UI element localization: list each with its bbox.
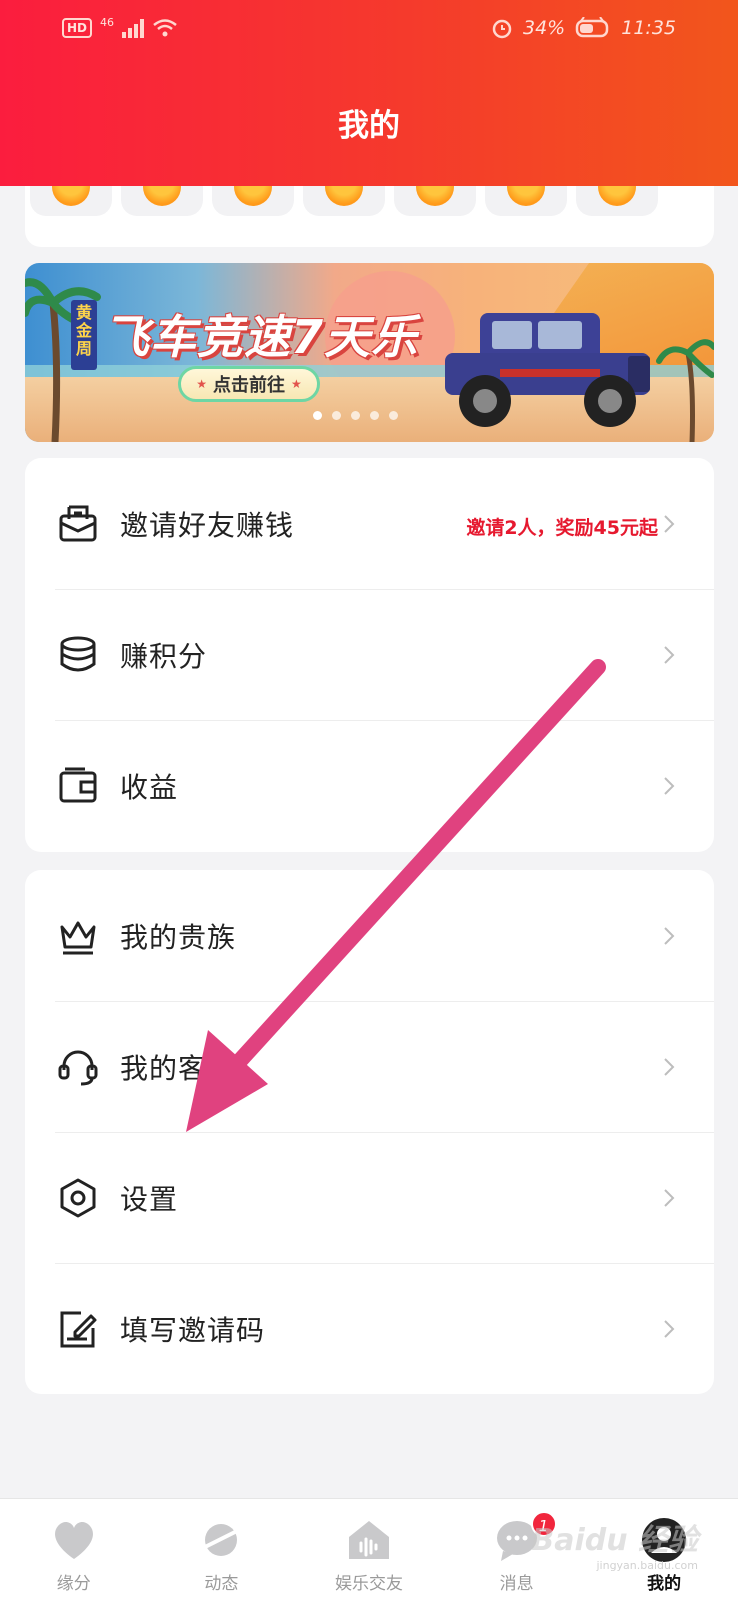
carousel-dot[interactable]: [389, 411, 398, 420]
banner-go-button[interactable]: ★ 点击前往 ★: [178, 366, 320, 402]
menu-item-earn-points[interactable]: 赚积分: [25, 589, 714, 720]
wifi-icon: [153, 19, 177, 37]
planet-icon: [200, 1524, 243, 1556]
envelope-icon: [59, 505, 97, 542]
page-title: 我的: [338, 108, 400, 144]
coin-day-slot[interactable]: [303, 168, 385, 216]
top-header: HD 46 34% 11:35 我的: [0, 0, 738, 186]
coin-day-slot[interactable]: [394, 168, 476, 216]
coin-day-slot[interactable]: [121, 168, 203, 216]
chevron-right-icon: [664, 1058, 675, 1076]
battery-percent: 34%: [523, 17, 566, 39]
carousel-dots: [313, 411, 398, 420]
menu-item-earnings[interactable]: 收益: [25, 720, 714, 851]
checkin-coin-row: [30, 168, 658, 216]
hexagon-settings-icon: [60, 1178, 96, 1218]
headset-icon: [58, 1050, 98, 1086]
edit-note-icon: [60, 1311, 97, 1348]
chevron-right-icon: [664, 1320, 675, 1338]
menu-item-label: 赚积分: [120, 640, 208, 673]
chevron-right-icon: [664, 777, 675, 795]
star-icon: ★: [196, 377, 207, 391]
menu-item-invite-code[interactable]: 填写邀请码: [25, 1263, 714, 1394]
nav-tab-moments[interactable]: 动态: [148, 1499, 296, 1600]
chevron-right-icon: [664, 646, 675, 664]
banner-title: 飞车竞速7天乐: [103, 310, 419, 364]
watermark-text: Baidu 经验: [531, 1523, 698, 1558]
coin-day-slot[interactable]: [485, 168, 567, 216]
carousel-dot[interactable]: [332, 411, 341, 420]
baidu-watermark: Baidu 经验 jingyan.baidu.com: [531, 1515, 698, 1572]
coin-day-slot[interactable]: [576, 168, 658, 216]
nav-label: 我的: [647, 1574, 682, 1594]
coin-day-slot[interactable]: [30, 168, 112, 216]
house-voice-icon: [348, 1521, 389, 1559]
carousel-dot[interactable]: [313, 411, 322, 420]
nav-tab-fate[interactable]: 缘分: [0, 1499, 148, 1600]
palm-tree-icon: [656, 339, 714, 442]
menu-item-label: 设置: [120, 1183, 179, 1216]
status-bar: HD 46 34% 11:35: [0, 0, 738, 60]
golden-week-tag: 黄金周: [71, 300, 97, 370]
carousel-dot[interactable]: [370, 411, 379, 420]
nav-label: 动态: [204, 1574, 239, 1594]
menu-card-account: 我的贵族 我的客服 设置 填写邀请码: [25, 870, 714, 1394]
carousel-dot[interactable]: [351, 411, 360, 420]
coin-day-slot[interactable]: [212, 168, 294, 216]
promo-banner[interactable]: 黄金周 飞车竞速7天乐 ★ 点击前往 ★: [25, 263, 714, 442]
watermark-url: jingyan.baidu.com: [596, 1559, 698, 1572]
nav-label: 娱乐交友: [334, 1574, 403, 1594]
chevron-right-icon: [664, 927, 675, 945]
heart-icon: [54, 1521, 93, 1559]
menu-item-label: 邀请好友赚钱: [120, 509, 295, 542]
menu-item-label: 填写邀请码: [120, 1314, 266, 1347]
banner-button-label: 点击前往: [213, 375, 285, 396]
star-icon: ★: [291, 377, 302, 391]
menu-item-settings[interactable]: 设置: [25, 1132, 714, 1263]
chevron-right-icon: [664, 515, 675, 533]
menu-item-my-nobility[interactable]: 我的贵族: [25, 870, 714, 1001]
nav-label: 缘分: [56, 1574, 91, 1594]
menu-item-label: 收益: [120, 771, 179, 804]
coins-stack-icon: [60, 636, 96, 672]
crown-icon: [60, 921, 96, 955]
nav-label: 消息: [499, 1574, 534, 1594]
network-type: 46: [100, 16, 115, 29]
nav-tab-entertainment[interactable]: 娱乐交友: [295, 1499, 443, 1600]
menu-item-label: 我的贵族: [120, 921, 237, 954]
alarm-icon: [492, 19, 512, 39]
jeep-car-image: [445, 313, 650, 427]
wallet-icon: [59, 767, 97, 803]
signal-icon: [122, 18, 145, 38]
clock: 11:35: [621, 17, 676, 39]
invite-reward-text: 邀请2人，奖励45元起: [466, 517, 658, 539]
menu-item-customer-service[interactable]: 我的客服: [25, 1001, 714, 1132]
chevron-right-icon: [664, 1189, 675, 1207]
hd-indicator: HD: [62, 18, 93, 38]
menu-item-label: 我的客服: [120, 1052, 237, 1085]
menu-card-earnings: 邀请好友赚钱 邀请2人，奖励45元起 赚积分 收益: [25, 458, 714, 852]
battery-icon: [575, 17, 609, 38]
menu-item-invite-friends[interactable]: 邀请好友赚钱 邀请2人，奖励45元起: [25, 458, 714, 589]
